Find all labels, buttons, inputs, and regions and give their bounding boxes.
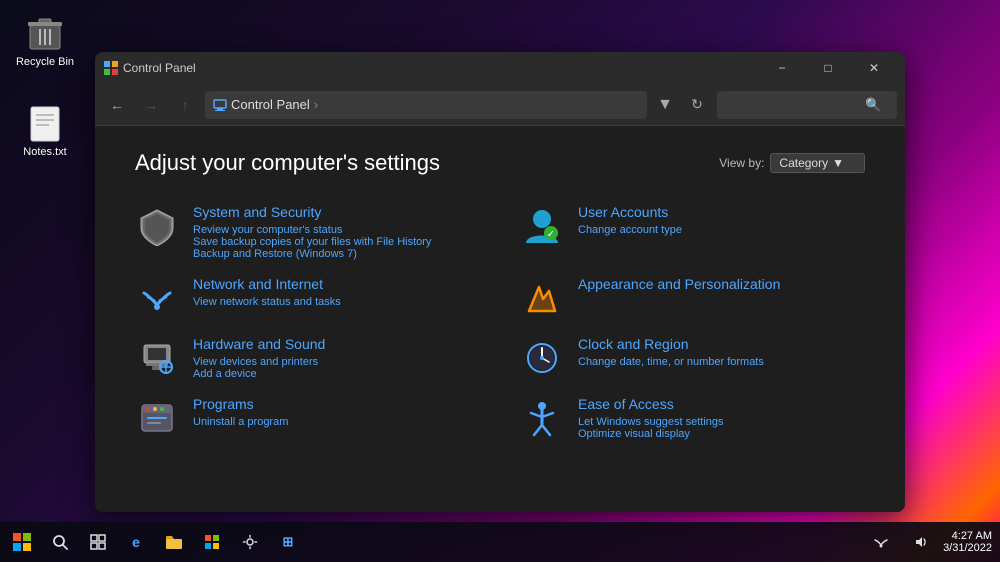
taskbar-left: e xyxy=(0,524,306,560)
category-ease-of-access[interactable]: Ease of Access Let Windows suggest setti… xyxy=(520,396,865,440)
category-system-security[interactable]: System and Security Review your computer… xyxy=(135,204,480,260)
network-internet-icon xyxy=(135,276,179,320)
appearance-info: Appearance and Personalization xyxy=(578,276,865,296)
systray xyxy=(863,524,939,560)
hardware-sound-link-1[interactable]: Add a device xyxy=(193,368,480,380)
network-internet-link-0[interactable]: View network status and tasks xyxy=(193,296,480,308)
programs-icon xyxy=(135,396,179,440)
desktop-icon-notes[interactable]: Notes.txt xyxy=(10,100,80,162)
ease-of-access-title[interactable]: Ease of Access xyxy=(578,396,865,412)
desktop: Recycle Bin Notes.txt Control P xyxy=(0,0,1000,562)
start-button[interactable] xyxy=(4,524,40,560)
view-by-value: Category xyxy=(779,156,828,170)
addressbar: ← → ↑ Control Panel › ▼ ↻ 🔍 xyxy=(95,84,905,126)
notes-icon xyxy=(25,104,65,144)
view-by-dropdown[interactable]: Category ▼ xyxy=(770,153,865,173)
store-button[interactable] xyxy=(194,524,230,560)
path-text: Control Panel xyxy=(231,97,310,112)
taskbar-clock[interactable]: 4:27 AM 3/31/2022 xyxy=(943,530,992,554)
system-security-link-0[interactable]: Review your computer's status xyxy=(193,224,480,236)
task-view-button[interactable] xyxy=(80,524,116,560)
user-accounts-link-0[interactable]: Change account type xyxy=(578,224,865,236)
user-accounts-title[interactable]: User Accounts xyxy=(578,204,865,220)
svg-text:✓: ✓ xyxy=(547,229,555,240)
network-internet-info: Network and Internet View network status… xyxy=(193,276,480,308)
file-explorer-button[interactable] xyxy=(156,524,192,560)
content-area: Adjust your computer's settings View by:… xyxy=(95,126,905,512)
category-programs[interactable]: Programs Uninstall a program xyxy=(135,396,480,440)
address-dropdown[interactable]: ▼ xyxy=(653,91,677,119)
user-accounts-icon: ✓ xyxy=(520,204,564,248)
window-title: Control Panel xyxy=(123,61,196,75)
appearance-title[interactable]: Appearance and Personalization xyxy=(578,276,865,292)
view-by-chevron-icon: ▼ xyxy=(832,156,844,170)
hardware-sound-title[interactable]: Hardware and Sound xyxy=(193,336,480,352)
titlebar-controls: − □ ✕ xyxy=(759,52,897,84)
page-title: Adjust your computer's settings xyxy=(135,150,440,176)
titlebar: Control Panel − □ ✕ xyxy=(95,52,905,84)
taskbar: e xyxy=(0,522,1000,562)
recycle-bin-label: Recycle Bin xyxy=(16,56,74,68)
back-button[interactable]: ← xyxy=(103,91,131,119)
control-panel-icon xyxy=(103,60,119,76)
search-box[interactable]: 🔍 xyxy=(717,91,897,119)
control-panel-window: Control Panel − □ ✕ ← → ↑ Control Panel … xyxy=(95,52,905,512)
clock-region-link-0[interactable]: Change date, time, or number formats xyxy=(578,356,865,368)
clock-date: 3/31/2022 xyxy=(943,542,992,554)
notes-label: Notes.txt xyxy=(23,146,66,158)
clock-region-icon xyxy=(520,336,564,380)
hardware-sound-icon xyxy=(135,336,179,380)
edge-button[interactable]: e xyxy=(118,524,154,560)
hardware-sound-link-0[interactable]: View devices and printers xyxy=(193,356,480,368)
ease-of-access-info: Ease of Access Let Windows suggest setti… xyxy=(578,396,865,440)
ease-of-access-link-1[interactable]: Optimize visual display xyxy=(578,428,865,440)
category-appearance[interactable]: Appearance and Personalization xyxy=(520,276,865,320)
category-user-accounts[interactable]: ✓ User Accounts Change account type xyxy=(520,204,865,260)
widgets-button[interactable]: ⊞ xyxy=(270,524,306,560)
titlebar-left: Control Panel xyxy=(103,60,196,76)
forward-button[interactable]: → xyxy=(137,91,165,119)
refresh-button[interactable]: ↻ xyxy=(683,91,711,119)
up-button[interactable]: ↑ xyxy=(171,91,199,119)
network-tray-icon[interactable] xyxy=(863,524,899,560)
close-button[interactable]: ✕ xyxy=(851,52,897,84)
content-header: Adjust your computer's settings View by:… xyxy=(135,150,865,176)
search-input[interactable] xyxy=(725,98,865,112)
programs-info: Programs Uninstall a program xyxy=(193,396,480,428)
clock-region-info: Clock and Region Change date, time, or n… xyxy=(578,336,865,368)
clock-time: 4:27 AM xyxy=(952,530,992,542)
path-pc-icon xyxy=(213,98,227,112)
system-security-info: System and Security Review your computer… xyxy=(193,204,480,260)
system-security-link-2[interactable]: Backup and Restore (Windows 7) xyxy=(193,248,480,260)
desktop-icon-recycle-bin[interactable]: Recycle Bin xyxy=(10,10,80,72)
search-icon: 🔍 xyxy=(865,97,881,113)
system-security-link-1[interactable]: Save backup copies of your files with Fi… xyxy=(193,236,480,248)
programs-link-0[interactable]: Uninstall a program xyxy=(193,416,480,428)
search-button[interactable] xyxy=(42,524,78,560)
view-by-label: View by: xyxy=(719,156,764,170)
system-security-icon xyxy=(135,204,179,248)
minimize-button[interactable]: − xyxy=(759,52,805,84)
system-security-title[interactable]: System and Security xyxy=(193,204,480,220)
user-accounts-info: User Accounts Change account type xyxy=(578,204,865,236)
appearance-icon xyxy=(520,276,564,320)
network-internet-title[interactable]: Network and Internet xyxy=(193,276,480,292)
clock-region-title[interactable]: Clock and Region xyxy=(578,336,865,352)
volume-tray-icon[interactable] xyxy=(903,524,939,560)
ease-of-access-link-0[interactable]: Let Windows suggest settings xyxy=(578,416,865,428)
categories-grid: System and Security Review your computer… xyxy=(135,204,865,440)
hardware-sound-info: Hardware and Sound View devices and prin… xyxy=(193,336,480,380)
category-hardware-sound[interactable]: Hardware and Sound View devices and prin… xyxy=(135,336,480,380)
recycle-bin-icon xyxy=(25,14,65,54)
address-path[interactable]: Control Panel › xyxy=(205,91,647,119)
category-network-internet[interactable]: Network and Internet View network status… xyxy=(135,276,480,320)
path-separator: › xyxy=(314,97,318,112)
ease-of-access-icon xyxy=(520,396,564,440)
taskbar-right: 4:27 AM 3/31/2022 xyxy=(863,524,1000,560)
settings-taskbar-button[interactable] xyxy=(232,524,268,560)
view-by-control: View by: Category ▼ xyxy=(719,153,865,173)
category-clock-region[interactable]: Clock and Region Change date, time, or n… xyxy=(520,336,865,380)
maximize-button[interactable]: □ xyxy=(805,52,851,84)
programs-title[interactable]: Programs xyxy=(193,396,480,412)
